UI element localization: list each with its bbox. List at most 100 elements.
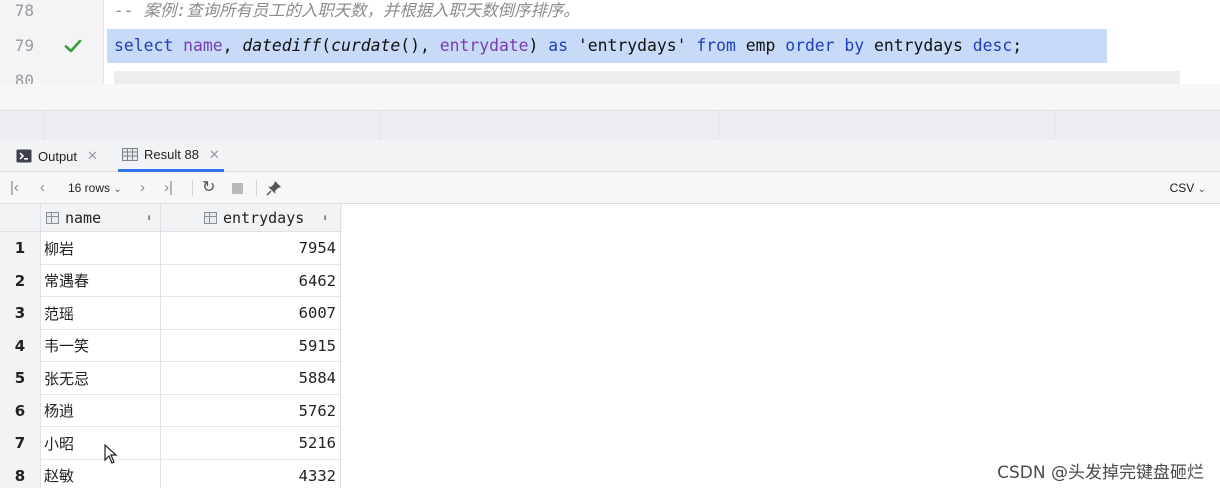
sql-comment: -- 案例:查询所有员工的入职天数，并根据入职天数倒序排序。 (114, 1, 580, 20)
cell-entrydays[interactable]: 5884 (162, 362, 336, 395)
refresh-icon[interactable]: ↻ (202, 172, 215, 204)
cell-entrydays[interactable]: 4332 (162, 460, 336, 488)
cell-name[interactable]: 韦一笑 (44, 330, 89, 363)
table-row[interactable]: 5 张无忌 5884 (0, 362, 342, 395)
blank-line-bar (114, 71, 1180, 84)
tab-result[interactable]: Result 88 ✕ (118, 140, 224, 172)
table-icon (122, 148, 138, 161)
cell-entrydays[interactable]: 6462 (162, 265, 336, 298)
panel-divider[interactable] (0, 110, 1220, 141)
divider-segment (44, 111, 45, 141)
toolbar-separator (192, 180, 193, 196)
row-number[interactable]: 4 (0, 329, 40, 362)
last-page-icon[interactable]: ›| (164, 172, 173, 204)
sql-keyword: from (696, 36, 736, 55)
cell-name[interactable]: 赵敏 (44, 460, 74, 488)
check-icon (64, 39, 82, 53)
line-number: 80 (14, 71, 34, 84)
stop-icon[interactable] (232, 172, 243, 204)
column-icon (46, 212, 59, 224)
watermark: CSDN @头发掉完键盘砸烂 (997, 463, 1204, 483)
row-number[interactable]: 7 (0, 427, 40, 460)
sql-keyword: order (785, 36, 835, 55)
column-divider (340, 204, 341, 488)
cell-entrydays[interactable]: 5915 (162, 330, 336, 363)
sql-statement[interactable]: select name, datediff(curdate(), entryda… (114, 29, 1022, 63)
cell-entrydays[interactable]: 6007 (162, 297, 336, 330)
sql-keyword: select (114, 36, 174, 55)
editor-line-79[interactable]: 79 select name, datediff(curdate(), entr… (0, 29, 1220, 63)
results-tab-bar: Output ✕ Result 88 ✕ (0, 140, 1220, 172)
sql-punct: ) (528, 36, 539, 55)
tab-output[interactable]: Output ✕ (12, 140, 102, 172)
row-number[interactable]: 8 (0, 459, 40, 488)
editor-line-80[interactable]: 80 (0, 66, 1220, 84)
rows-label: 16 rows (68, 181, 111, 195)
first-page-icon[interactable]: |‹ (10, 172, 19, 204)
row-number[interactable]: 6 (0, 394, 40, 427)
prev-page-icon[interactable]: ‹ (40, 172, 45, 204)
row-number[interactable]: 5 (0, 362, 40, 395)
sql-keyword: desc (972, 36, 1013, 55)
cell-name[interactable]: 张无忌 (44, 362, 89, 395)
sql-punct: ( (321, 36, 332, 55)
sql-column: name (183, 36, 223, 55)
cell-name[interactable]: 杨逍 (44, 395, 74, 428)
sort-icon[interactable]: ⬍ (146, 213, 152, 224)
sql-editor[interactable]: 78 -- 案例:查询所有员工的入职天数，并根据入职天数倒序排序。 79 sel… (0, 0, 1220, 84)
sql-string: 'entrydays' (577, 36, 687, 55)
editor-line-78[interactable]: 78 -- 案例:查询所有员工的入职天数，并根据入职天数倒序排序。 (0, 0, 1220, 26)
results-toolbar: |‹ ‹ 16 rows ⌄ › ›| ↻ CSV ⌄ (0, 172, 1220, 204)
toolbar-separator (256, 180, 257, 196)
close-icon[interactable]: ✕ (209, 147, 220, 163)
line-number: 78 (14, 1, 34, 20)
table-row[interactable]: 6 杨逍 5762 (0, 394, 342, 428)
divider-segment (380, 111, 381, 141)
chevron-down-icon: ⌄ (113, 184, 122, 195)
column-title: name (65, 209, 102, 227)
pin-icon[interactable] (266, 180, 282, 196)
cell-entrydays[interactable]: 7954 (162, 232, 336, 265)
editor-bottom-strip (0, 84, 1220, 110)
table-row[interactable]: 3 范瑶 6007 (0, 297, 342, 330)
sort-icon[interactable]: ⬍ (322, 213, 328, 224)
export-format-dropdown[interactable]: CSV ⌄ (1170, 172, 1206, 204)
grid-header: name ⬍ entrydays ⬍ (0, 204, 342, 232)
table-row[interactable]: 7 小昭 5216 (0, 427, 342, 460)
sql-keyword: as (548, 36, 569, 55)
column-icon (204, 212, 217, 224)
cell-entrydays[interactable]: 5216 (162, 427, 336, 460)
sql-table: emp (745, 36, 776, 55)
column-header-name[interactable]: name ⬍ (46, 204, 160, 232)
row-number[interactable]: 1 (0, 232, 40, 265)
line-number: 79 (14, 36, 34, 55)
tab-label: Result 88 (144, 147, 199, 162)
cell-name[interactable]: 小昭 (44, 427, 74, 460)
sql-column: entrydays (874, 36, 963, 55)
sql-column: entrydate (439, 36, 529, 55)
divider-segment (1054, 111, 1055, 141)
table-row[interactable]: 8 赵敏 4332 (0, 459, 342, 488)
cell-name[interactable]: 常遇春 (44, 265, 89, 298)
table-row[interactable]: 2 常遇春 6462 (0, 264, 342, 298)
rows-dropdown[interactable]: 16 rows ⌄ (68, 172, 122, 204)
next-page-icon[interactable]: › (140, 172, 145, 204)
cell-name[interactable]: 范瑶 (44, 297, 74, 330)
table-row[interactable]: 1 柳岩 7954 (0, 232, 342, 265)
row-number[interactable]: 2 (0, 264, 40, 297)
tab-label: Output (38, 148, 78, 164)
column-header-entrydays[interactable]: entrydays ⬍ (204, 204, 340, 232)
sql-function: datediff (242, 36, 322, 55)
mouse-cursor-icon (104, 444, 118, 464)
output-icon (16, 149, 32, 163)
chevron-down-icon: ⌄ (1197, 184, 1206, 195)
column-divider (40, 204, 41, 488)
cell-entrydays[interactable]: 5762 (162, 395, 336, 428)
sql-function: curdate (331, 36, 401, 55)
row-number[interactable]: 3 (0, 297, 40, 330)
export-label: CSV (1169, 181, 1195, 195)
table-row[interactable]: 4 韦一笑 5915 (0, 329, 342, 363)
close-icon[interactable]: ✕ (87, 148, 98, 164)
column-title: entrydays (223, 209, 305, 227)
cell-name[interactable]: 柳岩 (44, 232, 74, 265)
